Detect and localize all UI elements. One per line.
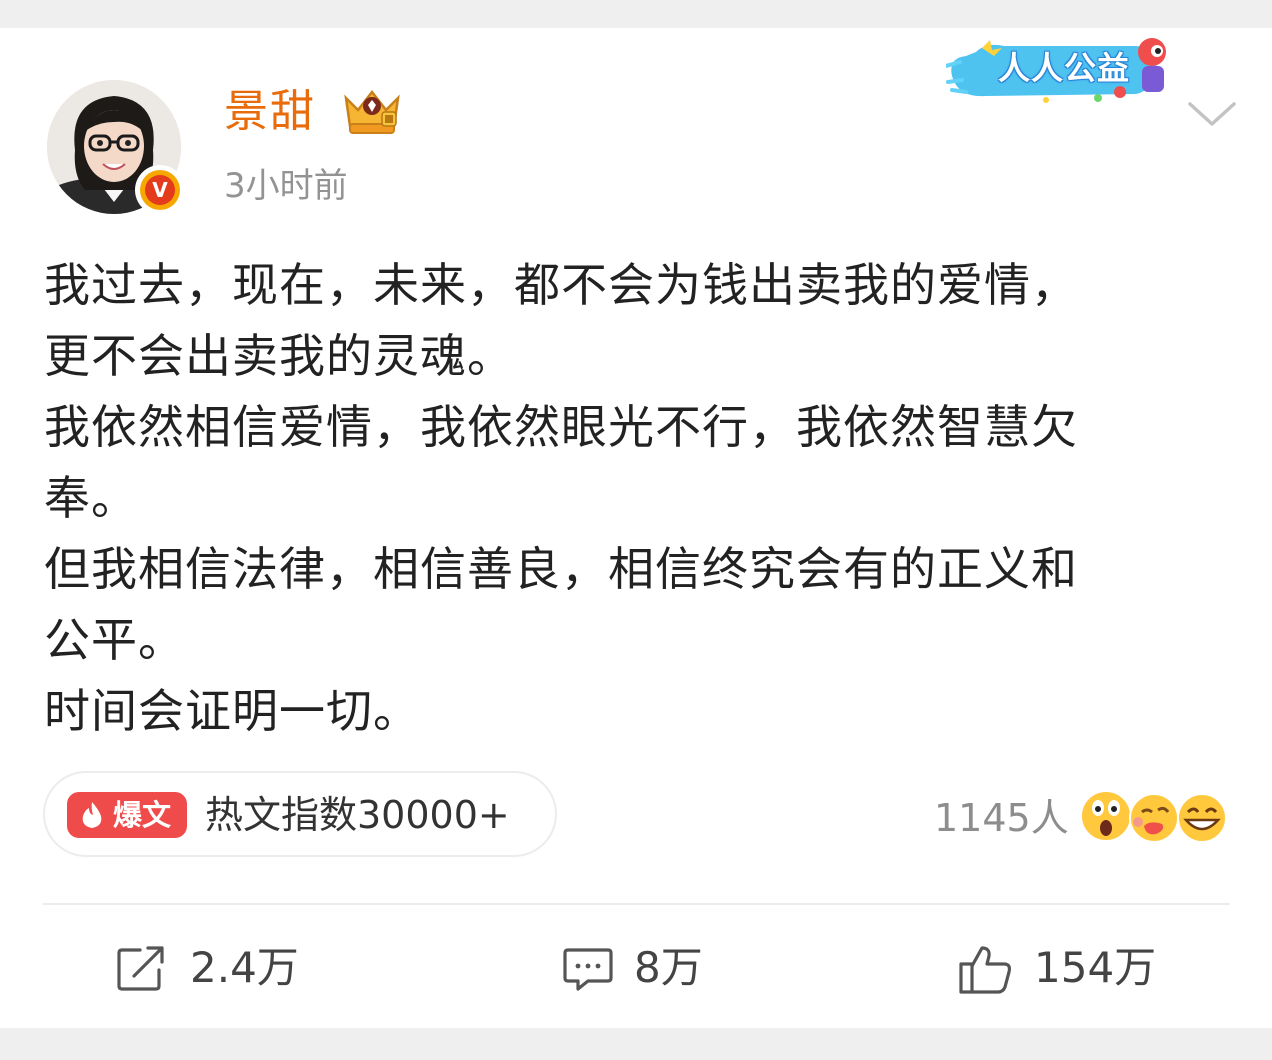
reaction-emojis[interactable] bbox=[1080, 786, 1230, 846]
post-timestamp: 3小时前 bbox=[224, 166, 348, 206]
share-button[interactable]: 2.4万 bbox=[116, 938, 316, 1000]
top-gap bbox=[0, 0, 1272, 28]
crown-member-icon[interactable] bbox=[340, 84, 404, 136]
hot-index-pill[interactable]: 爆文 热文指数30000+ bbox=[43, 771, 557, 857]
like-count: 154万 bbox=[1034, 943, 1157, 992]
share-icon bbox=[117, 946, 164, 991]
comment-count: 8万 bbox=[634, 943, 703, 992]
post-body: 我过去，现在，未来，都不会为钱出卖我的爱情， 更不会出卖我的灵魂。 我依然相信爱… bbox=[44, 250, 1234, 747]
reaction-count[interactable]: 1145人 bbox=[934, 794, 1069, 842]
charity-banner-label: 人人公益 bbox=[998, 49, 1131, 87]
thumbs-up-icon bbox=[959, 946, 1012, 994]
hot-index-text: 热文指数30000+ bbox=[205, 793, 510, 837]
surprised-emoji-icon bbox=[1080, 790, 1132, 842]
post-paragraph: 我依然相信爱情，我依然眼光不行，我依然智慧欠 奉。 bbox=[44, 400, 1078, 525]
share-count: 2.4万 bbox=[190, 943, 299, 992]
like-button[interactable]: 154万 bbox=[958, 938, 1168, 1000]
hot-badge-label: 爆文 bbox=[113, 798, 172, 832]
author-name[interactable]: 景甜 bbox=[224, 84, 316, 140]
bottom-gap bbox=[0, 1028, 1272, 1060]
comment-icon bbox=[563, 948, 613, 991]
comment-button[interactable]: 8万 bbox=[562, 938, 722, 1000]
hot-badge: 爆文 bbox=[67, 792, 187, 838]
action-bar-divider bbox=[43, 903, 1230, 905]
post-paragraph: 我过去，现在，未来，都不会为钱出卖我的爱情， 更不会出卖我的灵魂。 bbox=[44, 258, 1078, 383]
post-paragraph: 时间会证明一切。 bbox=[44, 684, 420, 738]
kiss-emoji-icon bbox=[1129, 793, 1179, 843]
post-paragraph: 但我相信法律，相信善良，相信终究会有的正义和 公平。 bbox=[44, 542, 1078, 667]
verified-badge-icon: V bbox=[135, 165, 185, 215]
flame-icon bbox=[82, 802, 102, 828]
grin-emoji-icon bbox=[1177, 793, 1227, 843]
chevron-down-icon[interactable] bbox=[1184, 96, 1240, 132]
